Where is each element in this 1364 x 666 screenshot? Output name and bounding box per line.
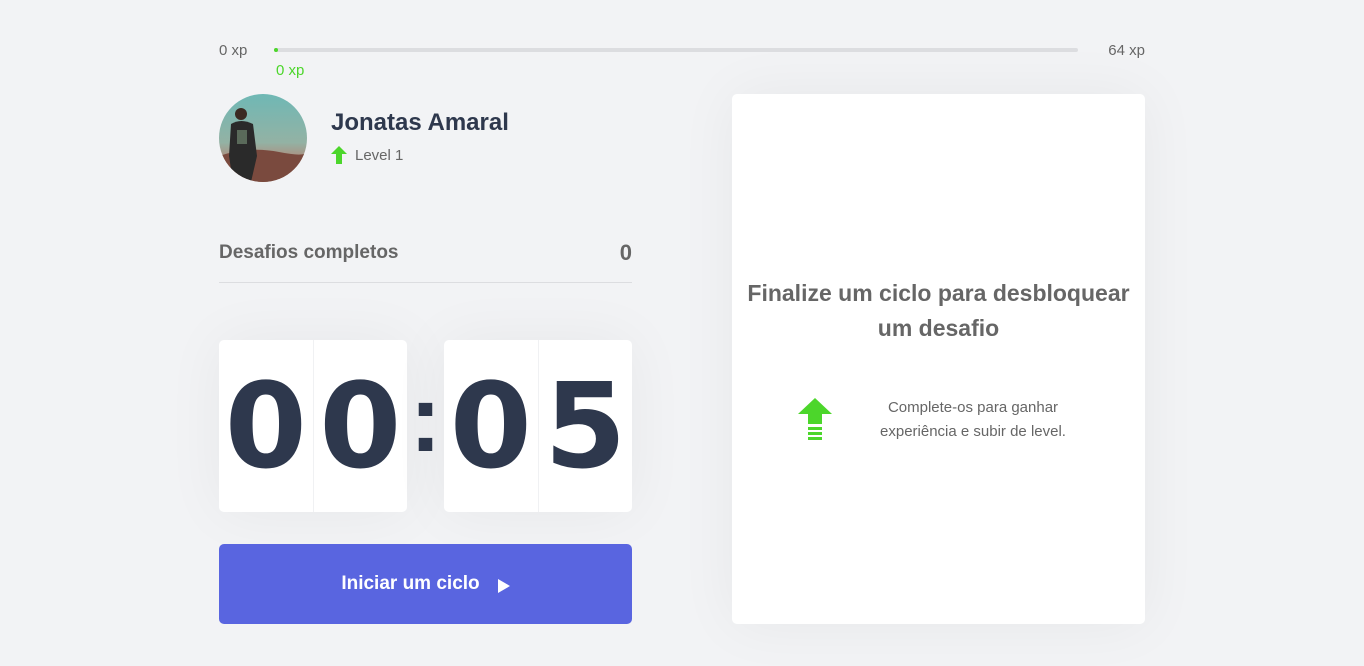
countdown-seconds: 0 5	[444, 340, 632, 512]
completed-challenges-count: 0	[619, 240, 632, 265]
start-cycle-label: Iniciar um ciclo	[341, 573, 480, 594]
completed-challenges-label: Desafios completos	[219, 242, 399, 263]
experience-max-label: 64 xp	[1108, 42, 1145, 59]
challenge-box: Finalize um ciclo para desbloquear um de…	[732, 94, 1145, 624]
minute-digit-right: 0	[312, 340, 408, 512]
experience-current-label: 0 xp	[276, 62, 305, 79]
profile: Jonatas Amaral Level 1	[219, 94, 639, 184]
level-label: Level 1	[355, 146, 404, 164]
countdown-separator: :	[409, 365, 442, 472]
experience-min-label: 0 xp	[219, 42, 248, 59]
level-up-arrow-icon	[331, 146, 347, 164]
countdown-timer: 0 0 : 0 5	[219, 340, 632, 512]
avatar	[219, 94, 307, 182]
minute-digit-left: 0	[224, 357, 307, 495]
experience-fill	[274, 48, 278, 52]
countdown-minutes: 0 0	[219, 340, 407, 512]
level-indicator: Level 1	[331, 146, 403, 164]
play-icon	[497, 577, 510, 593]
second-digit-left: 0	[449, 357, 532, 495]
start-cycle-button[interactable]: Iniciar um ciclo	[219, 544, 632, 624]
second-digit-right: 5	[537, 340, 633, 512]
challenge-box-hint: Complete-os para ganhar experiência e su…	[798, 396, 1088, 444]
profile-name: Jonatas Amaral	[331, 109, 509, 136]
challenge-box-title: Finalize um ciclo para desbloquear um de…	[747, 280, 1130, 341]
challenge-box-hint-text: Complete-os para ganhar experiência e su…	[880, 399, 1066, 440]
experience-track	[274, 48, 1078, 52]
experience-bar: 0 xp 0 xp 64 xp	[219, 40, 1145, 80]
level-up-icon	[798, 398, 832, 442]
completed-challenges: Desafios completos 0	[219, 236, 632, 283]
